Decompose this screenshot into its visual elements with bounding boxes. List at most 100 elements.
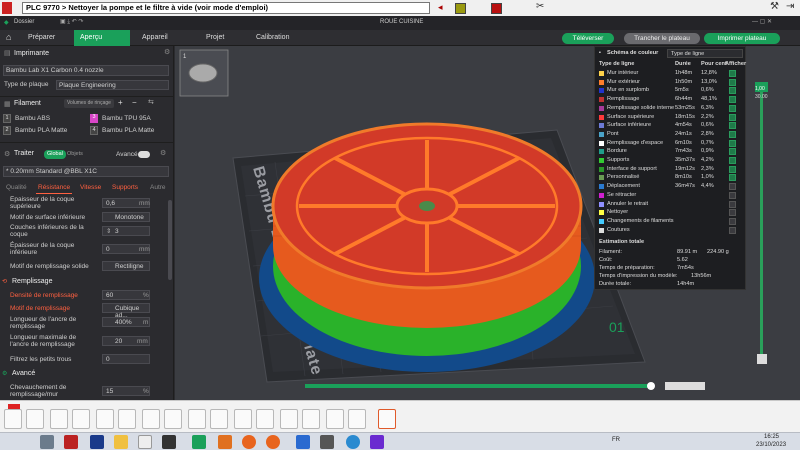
legend-visibility-checkbox[interactable]: [729, 226, 736, 234]
scrollbar[interactable]: [168, 200, 172, 280]
legend-visibility-checkbox[interactable]: [729, 87, 736, 95]
tab-appareil[interactable]: Appareil: [136, 30, 174, 46]
plate-type-select[interactable]: Plaque Engineering: [56, 80, 169, 90]
layer-slider-bottom-handle[interactable]: [757, 354, 767, 364]
legend-visibility-checkbox[interactable]: [729, 157, 736, 164]
legend-visibility-checkbox[interactable]: [729, 209, 736, 217]
settings-icon[interactable]: ⚙: [164, 48, 170, 56]
taskbar-app-icon[interactable]: [162, 435, 176, 449]
tab-other[interactable]: Autre: [150, 184, 166, 191]
legend-visibility-checkbox[interactable]: [729, 130, 736, 138]
yellow-indicator[interactable]: [455, 3, 466, 14]
toolbar-button-14[interactable]: [302, 409, 320, 429]
window-controls[interactable]: — ▢ ✕: [752, 18, 772, 25]
tab-apercu[interactable]: Aperçu: [74, 30, 130, 46]
bottom-surface-pattern-select[interactable]: Monotone: [102, 212, 150, 222]
legend-visibility-checkbox[interactable]: [729, 122, 736, 130]
taskbar-app-icon[interactable]: [64, 435, 78, 449]
legend-visibility-checkbox[interactable]: [729, 139, 736, 147]
toolbar-button-8[interactable]: [164, 409, 182, 429]
taskbar-chrome-icon[interactable]: [346, 435, 360, 449]
legend-visibility-checkbox[interactable]: [729, 148, 736, 156]
bottom-shell-layers-input[interactable]: ⇕ 3: [102, 226, 150, 236]
folder-menu[interactable]: Dossier: [14, 19, 34, 25]
plc-step-select[interactable]: PLC 9770 > Nettoyer la pompe et le filtr…: [22, 2, 430, 14]
top-shell-thickness-input[interactable]: 0,6 mm: [102, 198, 150, 208]
clock-date[interactable]: 23/10/2023: [756, 442, 786, 448]
flush-volumes-button[interactable]: Volumes de rinçage: [64, 99, 114, 108]
advanced-toggle[interactable]: [138, 151, 150, 158]
tab-strength[interactable]: Résistance: [38, 184, 70, 191]
tab-calibration[interactable]: Calibration: [250, 30, 295, 46]
tools-icon[interactable]: ⚒: [770, 1, 779, 12]
scissors-icon[interactable]: ✂: [536, 1, 544, 12]
sync-icon[interactable]: ⇆: [148, 98, 154, 106]
legend-visibility-checkbox[interactable]: [729, 104, 736, 112]
legend-visibility-checkbox[interactable]: [729, 70, 736, 77]
taskbar-app-icon[interactable]: [90, 435, 104, 449]
legend-visibility-checkbox[interactable]: [729, 174, 736, 182]
move-slider-track[interactable]: [305, 384, 653, 388]
legend-visibility-checkbox[interactable]: [729, 165, 736, 173]
add-filament-button[interactable]: +: [118, 98, 123, 107]
move-slider-handle[interactable]: [647, 382, 655, 390]
toolbar-button-3[interactable]: [50, 409, 68, 429]
taskbar-firefox-icon[interactable]: [242, 435, 256, 449]
taskbar-app-icon[interactable]: [40, 435, 54, 449]
toolbar-button-6[interactable]: [118, 409, 136, 429]
toolbar-button-15[interactable]: [326, 409, 344, 429]
legend-visibility-checkbox[interactable]: [729, 217, 736, 225]
legend-visibility-checkbox[interactable]: [729, 78, 736, 86]
taskbar-app-icon[interactable]: [218, 435, 232, 449]
red-indicator[interactable]: [491, 3, 502, 14]
home-icon[interactable]: ⌂: [6, 32, 11, 42]
legend-visibility-checkbox[interactable]: [729, 113, 736, 121]
titlebar-tools[interactable]: ▣ ⤓ ↶ ↷: [60, 18, 83, 26]
legend-visibility-checkbox[interactable]: [729, 96, 736, 104]
tab-supports[interactable]: Supports: [112, 184, 138, 191]
max-anchor-length-input[interactable]: 20 mm: [102, 336, 150, 346]
toolbar-button-5[interactable]: [96, 409, 114, 429]
printer-select[interactable]: Bambu Lab X1 Carbon 0.4 nozzle: [3, 65, 169, 76]
legend-visibility-checkbox[interactable]: [729, 183, 736, 191]
objects-toggle[interactable]: Objets: [64, 150, 86, 159]
color-scheme-select[interactable]: Type de ligne: [667, 49, 743, 58]
taskbar-firefox-icon[interactable]: [266, 435, 280, 449]
stepper-icon[interactable]: ⇕: [106, 227, 111, 235]
process-settings-icon[interactable]: ⚙: [160, 149, 166, 157]
toolbar-button-10[interactable]: [210, 409, 228, 429]
upload-button[interactable]: Téléverser: [562, 33, 614, 44]
global-toggle[interactable]: Global: [44, 150, 66, 159]
taskbar-app-icon[interactable]: [320, 435, 334, 449]
toolbar-button-16[interactable]: [348, 409, 366, 429]
taskbar-bambu-icon[interactable]: [192, 435, 206, 449]
toolbar-button-4[interactable]: [72, 409, 90, 429]
clock-time[interactable]: 16:25: [764, 434, 779, 440]
toolbar-button-13[interactable]: [280, 409, 298, 429]
infill-anchor-length-input[interactable]: 400% m: [102, 317, 150, 327]
layer-slider-track[interactable]: [760, 86, 763, 360]
flag-icon[interactable]: ◂: [438, 2, 443, 13]
toolbar-button-chart[interactable]: [378, 409, 396, 429]
toolbar-button-12[interactable]: [256, 409, 274, 429]
taskbar-folder-icon[interactable]: [114, 435, 128, 449]
tab-projet[interactable]: Projet: [200, 30, 230, 46]
toolbar-button-1[interactable]: [4, 409, 22, 429]
filter-small-holes-input[interactable]: 0: [102, 354, 150, 364]
legend-visibility-checkbox[interactable]: [729, 200, 736, 208]
taskbar-app-icon[interactable]: [138, 435, 152, 449]
tab-speed[interactable]: Vitesse: [80, 184, 101, 191]
toolbar-button-7[interactable]: [142, 409, 160, 429]
process-profile-select[interactable]: * 0.20mm Standard @BBL X1C: [3, 166, 169, 177]
infill-density-input[interactable]: 60%: [102, 290, 150, 300]
print-plate-button[interactable]: Imprimer plateau: [704, 33, 780, 44]
toolbar-button-2[interactable]: [26, 409, 44, 429]
remove-filament-button[interactable]: −: [132, 98, 137, 107]
language-indicator[interactable]: FR: [612, 437, 620, 443]
tab-quality[interactable]: Qualité: [6, 184, 27, 191]
slice-plate-button[interactable]: Trancher le plateau: [624, 33, 700, 44]
toolbar-button-11[interactable]: [234, 409, 252, 429]
taskbar-app-icon[interactable]: [296, 435, 310, 449]
legend-visibility-checkbox[interactable]: [729, 191, 736, 199]
toolbar-button-9[interactable]: [188, 409, 206, 429]
